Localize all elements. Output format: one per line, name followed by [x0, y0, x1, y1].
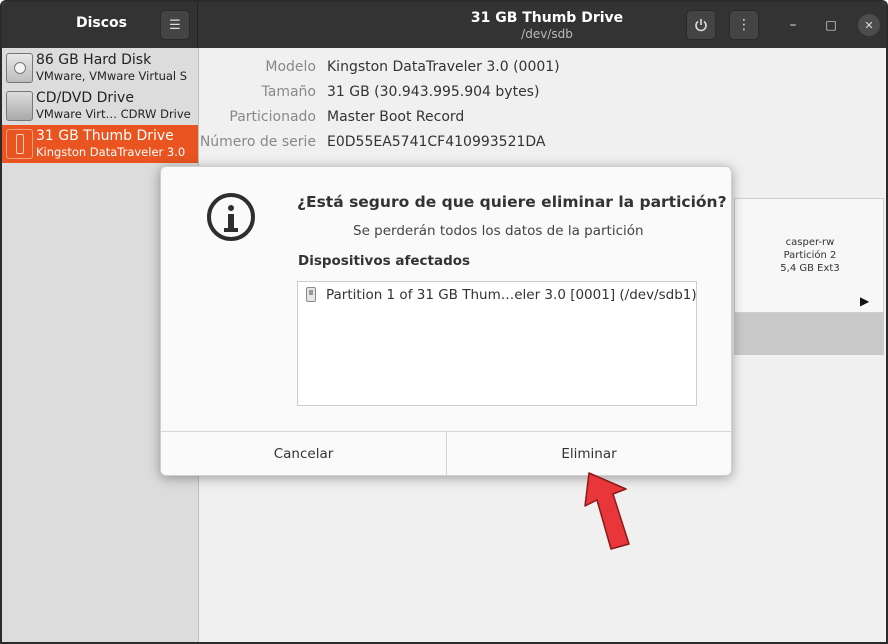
sidebar-item-hard-disk[interactable]: 86 GB Hard Disk VMware, VMware Virtual S	[2, 49, 198, 87]
power-off-button[interactable]	[686, 10, 716, 40]
disk-model: Kingston DataTraveler 3.0	[36, 145, 186, 159]
partition-name: casper-rw	[785, 237, 835, 248]
app-menu-button[interactable]: ☰	[160, 10, 190, 40]
usb-drive-icon	[306, 287, 316, 302]
dialog-subtitle: Se perderán todos los datos de la partic…	[353, 223, 644, 239]
disk-name: 86 GB Hard Disk	[36, 52, 152, 68]
partition-label: Partición 2	[783, 250, 837, 261]
info-icon	[207, 193, 255, 241]
drive-title: 31 GB Thumb Drive	[470, 10, 624, 26]
delete-partition-dialog: ¿Está seguro de que quiere eliminar la p…	[160, 166, 732, 476]
play-icon: ▶	[860, 294, 870, 308]
vertical-dots-icon: ⋮	[737, 17, 751, 33]
info-value: Master Boot Record	[327, 109, 465, 125]
affected-devices-heading: Dispositivos afectados	[298, 253, 471, 269]
info-value: E0D55EA5741CF410993521DA	[327, 134, 546, 150]
info-row-serial: Número de serie E0D55EA5741CF410993521DA	[200, 131, 886, 155]
list-item[interactable]: Partition 1 of 31 GB Thum…eler 3.0 [0001…	[298, 282, 697, 308]
maximize-button[interactable]: □	[820, 14, 842, 36]
window-title: 31 GB Thumb Drive /dev/sdb	[442, 10, 652, 41]
info-row-partitioning: Particionado Master Boot Record	[200, 106, 886, 130]
partition-bar	[734, 313, 884, 355]
disk-name: 31 GB Thumb Drive	[36, 128, 174, 144]
header-bar: Discos ☰ 31 GB Thumb Drive /dev/sdb ⋮ – …	[2, 2, 886, 48]
info-value: 31 GB (30.943.995.904 bytes)	[327, 84, 540, 100]
app-title: Discos	[76, 15, 128, 31]
sidebar-item-cd-drive[interactable]: CD/DVD Drive VMware Virt… CDRW Drive	[2, 87, 198, 125]
info-label: Número de serie	[199, 134, 316, 150]
hamburger-menu-icon: ☰	[169, 17, 181, 33]
info-label: Tamaño	[261, 84, 316, 100]
device-label: Partition 1 of 31 GB Thum…eler 3.0 [0001…	[326, 287, 697, 303]
info-value: Kingston DataTraveler 3.0 (0001)	[327, 59, 560, 75]
info-label: Modelo	[265, 59, 316, 75]
partition-size: 5,4 GB Ext3	[780, 263, 840, 274]
power-icon	[695, 19, 707, 32]
disk-model: VMware Virt… CDRW Drive	[36, 107, 191, 121]
disk-name: CD/DVD Drive	[36, 90, 134, 106]
info-label: Particionado	[229, 109, 316, 125]
hard-disk-icon	[6, 53, 33, 83]
disk-model: VMware, VMware Virtual S	[36, 69, 188, 83]
info-row-model: Modelo Kingston DataTraveler 3.0 (0001)	[200, 56, 886, 80]
close-button[interactable]: ✕	[858, 14, 880, 36]
sidebar-item-thumb-drive[interactable]: 31 GB Thumb Drive Kingston DataTraveler …	[2, 125, 198, 163]
drive-path: /dev/sdb	[521, 27, 573, 41]
usb-drive-icon	[6, 129, 33, 159]
minimize-button[interactable]: –	[782, 14, 804, 36]
cancel-button[interactable]: Cancelar	[161, 432, 447, 476]
red-arrow-icon	[584, 472, 630, 550]
affected-devices-list: Partition 1 of 31 GB Thum…eler 3.0 [0001…	[297, 281, 697, 406]
drive-menu-button[interactable]: ⋮	[729, 10, 759, 40]
cd-drive-icon	[6, 91, 33, 121]
dialog-title: ¿Está seguro de que quiere eliminar la p…	[297, 193, 727, 211]
dialog-buttons: Cancelar Eliminar	[161, 431, 731, 476]
info-row-size: Tamaño 31 GB (30.943.995.904 bytes)	[200, 81, 886, 105]
sidebar-header: Discos ☰	[2, 2, 198, 48]
